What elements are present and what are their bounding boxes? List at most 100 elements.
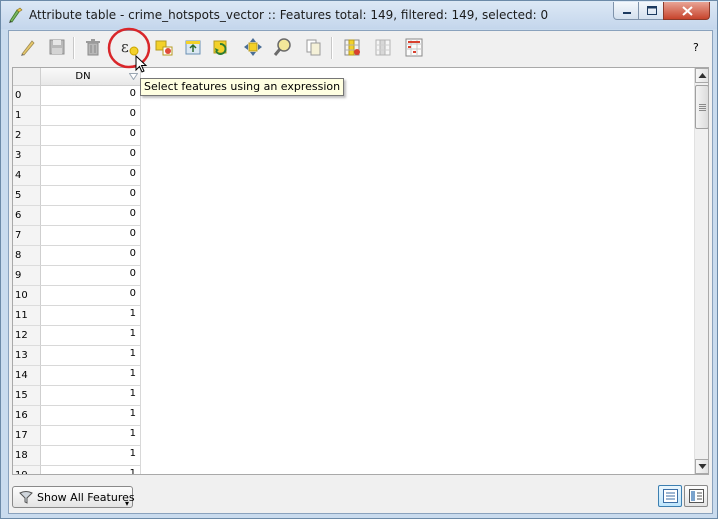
cell-dn[interactable]: 0 [41, 286, 141, 306]
table-row[interactable]: 50 [13, 186, 141, 206]
table-row[interactable]: 20 [13, 126, 141, 146]
cell-dn[interactable]: 0 [41, 126, 141, 146]
scroll-down-button[interactable] [695, 459, 708, 474]
copy-selected-rows-button[interactable] [301, 35, 325, 59]
attribute-table-window: Attribute table - crime_hotspots_vector … [0, 0, 718, 519]
table-row[interactable]: 90 [13, 266, 141, 286]
delete-column-button[interactable] [371, 35, 395, 59]
cell-dn[interactable]: 1 [41, 326, 141, 346]
row-header[interactable]: 10 [13, 286, 41, 306]
cell-dn[interactable]: 1 [41, 446, 141, 466]
table-row[interactable]: 191 [13, 466, 141, 474]
table-row[interactable]: 13 1 [13, 346, 141, 366]
row-header[interactable]: 11 [13, 306, 41, 326]
cell-dn[interactable]: 1 [41, 346, 141, 366]
column-header-dn[interactable]: DN [41, 68, 141, 86]
table-row[interactable]: 60 [13, 206, 141, 226]
row-header[interactable]: 8 [13, 246, 41, 266]
move-selection-to-top-button[interactable] [181, 35, 205, 59]
pan-to-selection-icon [244, 38, 262, 56]
table-row[interactable]: 11 1 [13, 306, 141, 326]
row-header[interactable]: 19 [13, 466, 41, 474]
table-row[interactable]: 00 [13, 86, 141, 106]
field-calculator-icon [405, 38, 423, 57]
cell-dn[interactable]: 0 [41, 86, 141, 106]
minimize-button[interactable] [613, 2, 639, 20]
window-title: Attribute table - crime_hotspots_vector … [29, 8, 549, 22]
table-row[interactable]: 15 1 [13, 386, 141, 406]
row-header[interactable]: 6 [13, 206, 41, 226]
cell-dn[interactable]: 0 [41, 246, 141, 266]
row-header[interactable]: 7 [13, 226, 41, 246]
help-button[interactable]: ? [693, 41, 699, 54]
table-row[interactable]: 30 [13, 146, 141, 166]
feature-filter-dropdown[interactable]: Show All Features ▾ [12, 486, 135, 508]
cell-dn[interactable]: 0 [41, 106, 141, 126]
filter-icon [19, 491, 33, 504]
attribute-table: DN 0 0 1 0 2 0 3 0 4 0 5 0 6 0 7 0 8 0 9 0 10 0 11 1 12 1 13 1 14 1 15… [12, 67, 709, 475]
row-header[interactable]: 4 [13, 166, 41, 186]
table-row[interactable]: 14 1 [13, 366, 141, 386]
save-icon [49, 39, 65, 55]
delete-column-icon [375, 39, 391, 56]
table-rows: 0 0 1 0 2 0 3 0 4 0 5 0 6 0 7 0 8 0 9 0 10 0 11 1 12 1 13 1 14 1 15 1 16… [13, 86, 141, 474]
row-header[interactable]: 13 [13, 346, 41, 366]
table-row[interactable]: 10 [13, 106, 141, 126]
pan-map-to-selected-button[interactable] [241, 35, 265, 59]
table-row[interactable]: 12 1 [13, 326, 141, 346]
cell-dn[interactable]: 1 [41, 406, 141, 426]
row-header[interactable]: 2 [13, 126, 41, 146]
invert-selection-button[interactable] [209, 35, 233, 59]
field-calculator-button[interactable] [402, 35, 426, 59]
scroll-thumb[interactable] [695, 85, 708, 129]
cell-dn[interactable]: 0 [41, 166, 141, 186]
table-row[interactable]: 40 [13, 166, 141, 186]
cell-dn[interactable]: 0 [41, 266, 141, 286]
close-button[interactable] [663, 2, 710, 20]
table-row[interactable]: 17 1 [13, 426, 141, 446]
new-column-icon [344, 39, 360, 56]
deselect-icon [155, 40, 173, 56]
title-bar[interactable]: Attribute table - crime_hotspots_vector … [1, 1, 717, 29]
row-header[interactable]: 18 [13, 446, 41, 466]
delete-selected-button[interactable] [81, 35, 105, 59]
table-row[interactable]: 80 [13, 246, 141, 266]
vertical-scrollbar[interactable] [694, 68, 708, 474]
deselect-all-button[interactable] [152, 35, 176, 59]
zoom-map-to-selected-button[interactable] [271, 35, 295, 59]
toggle-editing-button[interactable] [16, 35, 40, 59]
new-column-button[interactable] [340, 35, 364, 59]
table-corner-select-all[interactable] [13, 68, 41, 86]
row-header[interactable]: 9 [13, 266, 41, 286]
toolbar-separator [73, 37, 75, 59]
cell-dn[interactable]: 0 [41, 226, 141, 246]
cell-dn[interactable]: 1 [41, 366, 141, 386]
table-row[interactable]: 10 0 [13, 286, 141, 306]
cell-dn[interactable]: 1 [41, 466, 141, 474]
cell-dn[interactable]: 0 [41, 206, 141, 226]
dropdown-arrow-icon: ▾ [125, 499, 130, 508]
row-header[interactable]: 16 [13, 406, 41, 426]
row-header[interactable]: 17 [13, 426, 41, 446]
save-edits-button[interactable] [45, 35, 69, 59]
row-header[interactable]: 15 [13, 386, 41, 406]
row-header[interactable]: 1 [13, 106, 41, 126]
cell-dn[interactable]: 1 [41, 386, 141, 406]
table-row[interactable]: 16 1 [13, 406, 141, 426]
cell-dn[interactable]: 0 [41, 146, 141, 166]
row-header[interactable]: 14 [13, 366, 41, 386]
row-header[interactable]: 0 [13, 86, 41, 106]
form-view-button[interactable] [684, 485, 708, 507]
table-view-button[interactable] [658, 485, 682, 507]
row-header[interactable]: 3 [13, 146, 41, 166]
row-header[interactable]: 12 [13, 326, 41, 346]
cell-dn[interactable]: 0 [41, 186, 141, 206]
table-row[interactable]: 18 1 [13, 446, 141, 466]
cell-dn[interactable]: 1 [41, 426, 141, 446]
maximize-button[interactable] [638, 2, 664, 20]
row-header[interactable]: 5 [13, 186, 41, 206]
table-row[interactable]: 70 [13, 226, 141, 246]
cell-dn[interactable]: 1 [41, 306, 141, 326]
scroll-up-button[interactable] [695, 68, 708, 83]
pencil-icon [21, 40, 35, 56]
